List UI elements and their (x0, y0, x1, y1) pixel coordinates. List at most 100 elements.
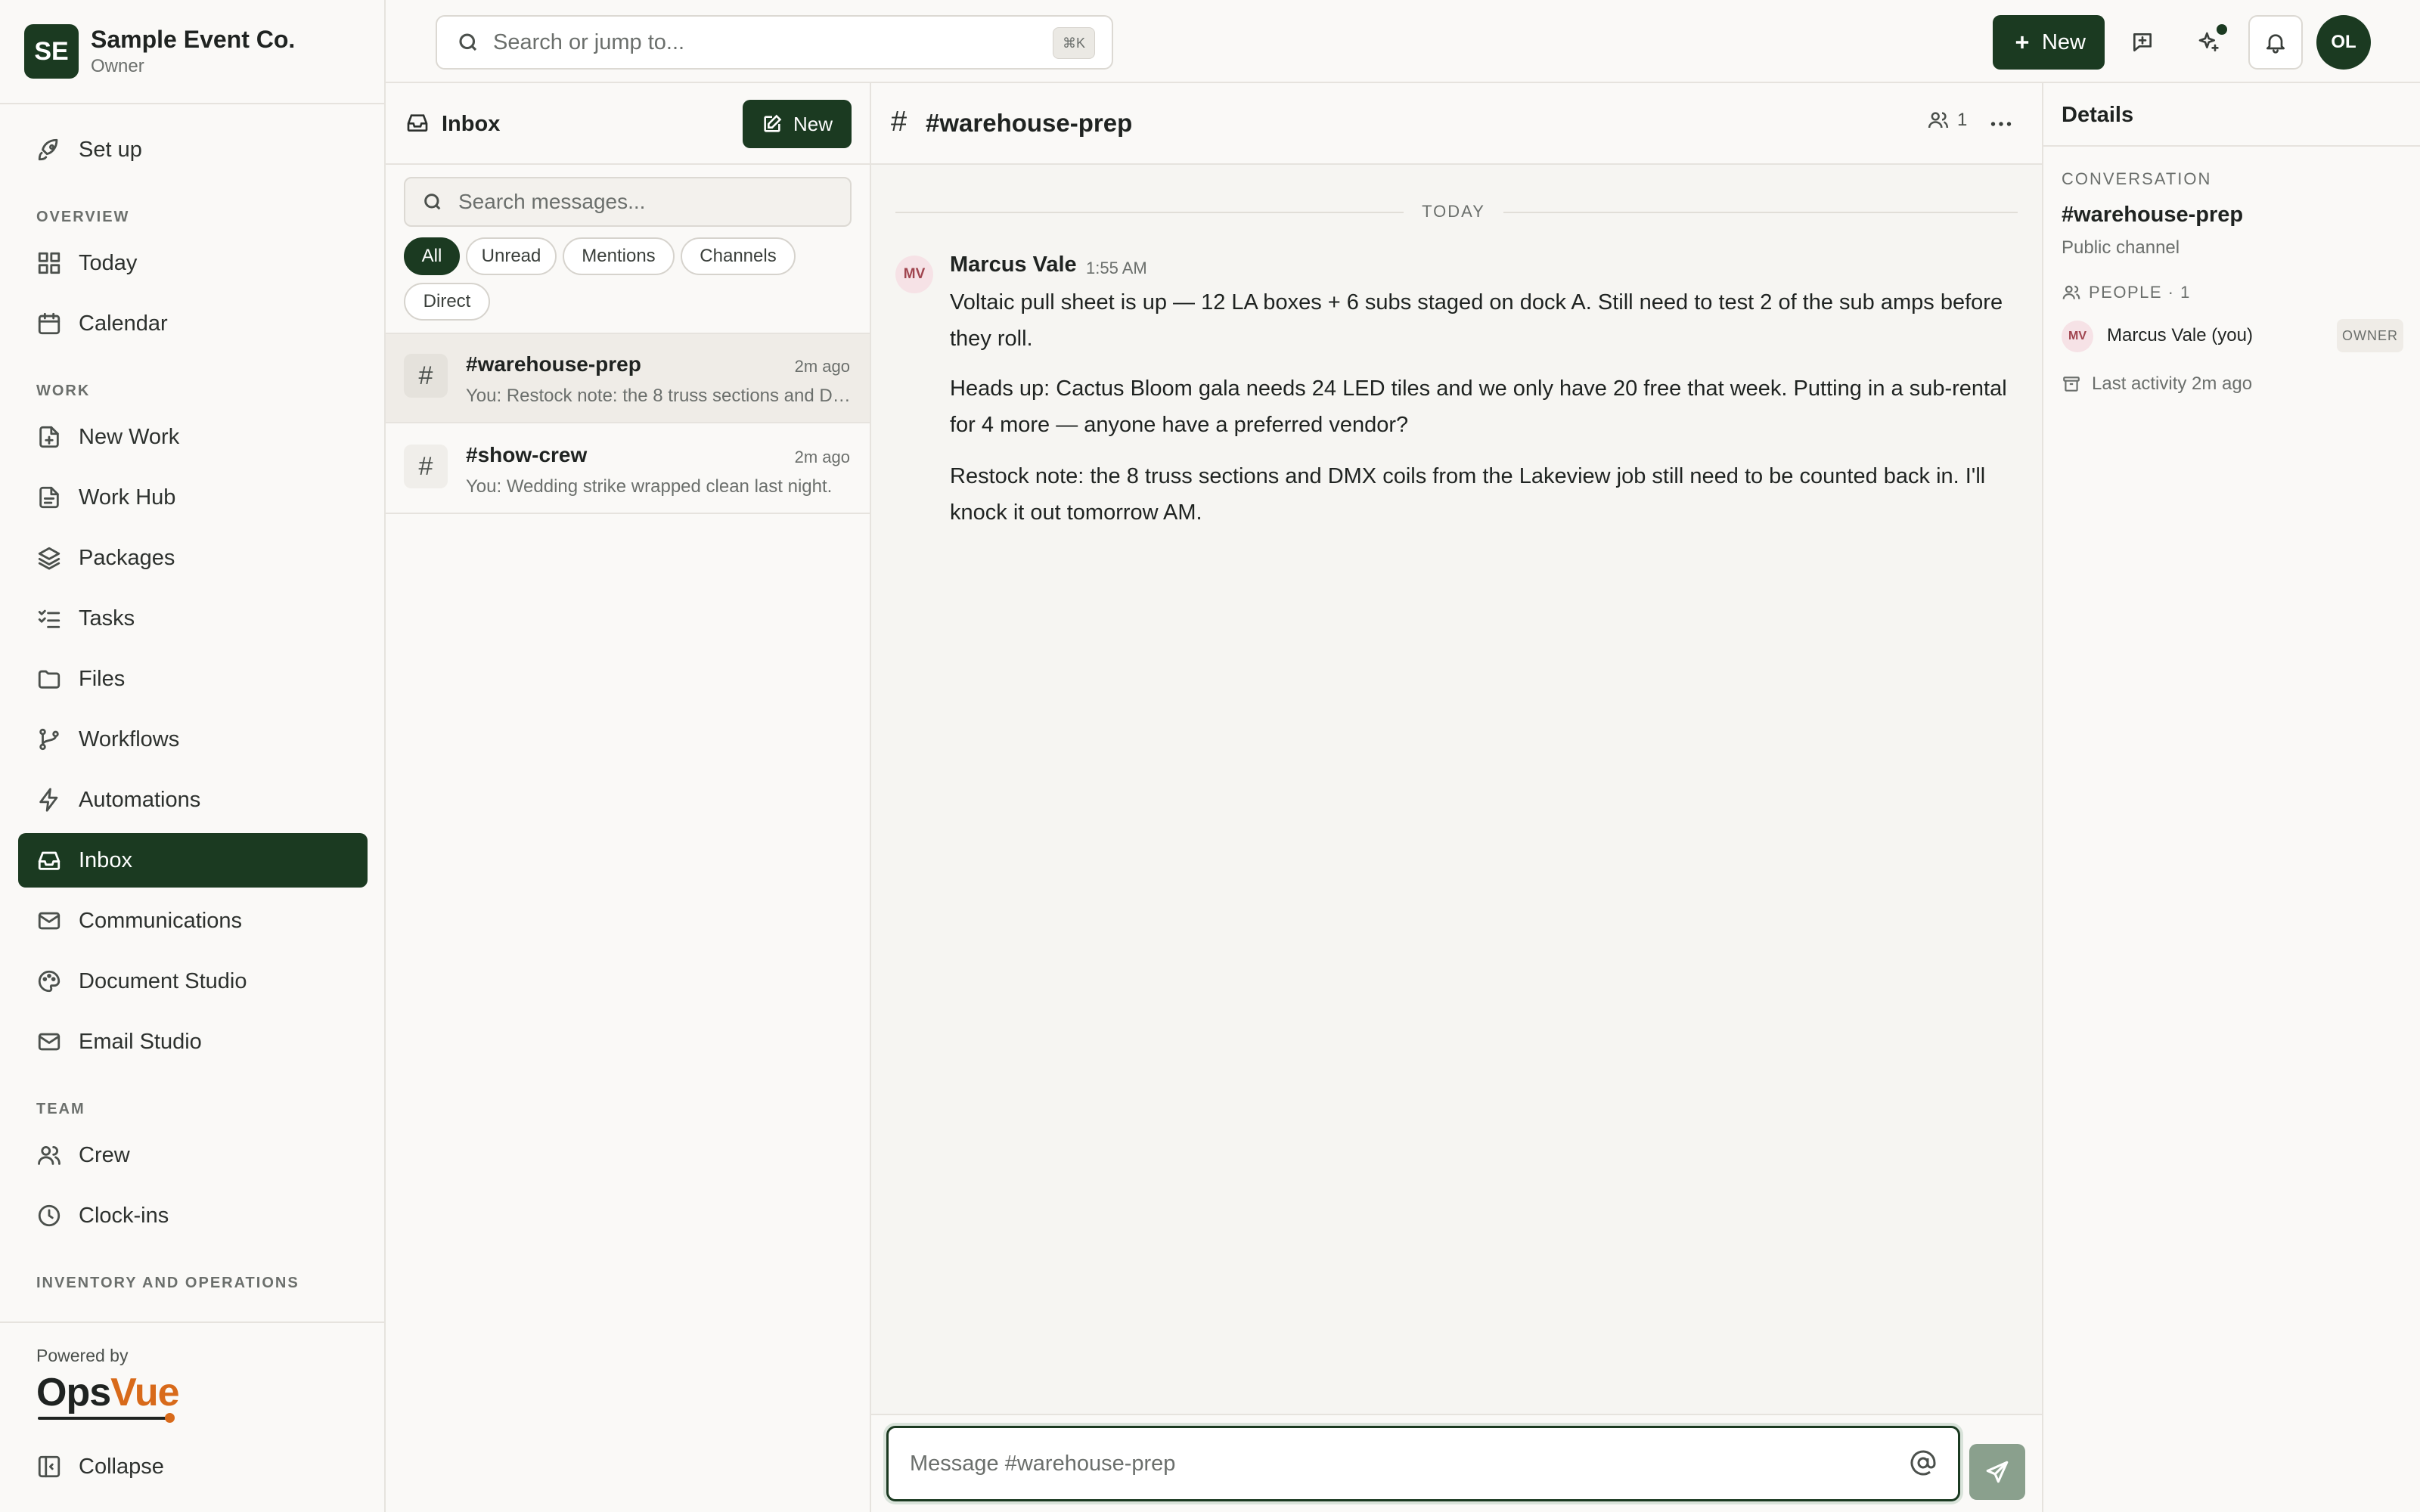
last-activity-text: Last activity 2m ago (2092, 373, 2253, 394)
last-activity: Last activity 2m ago (2062, 373, 2252, 395)
sidebar-item-workflows[interactable]: Workflows (18, 712, 368, 767)
sidebar-footer: Powered by OpsVue Collapse (0, 1321, 384, 1512)
file-plus-icon (36, 424, 62, 450)
inbox-panel: Inbox New Search messages... All Unread … (386, 83, 871, 1512)
sidebar-item-communications[interactable]: Communications (18, 894, 368, 948)
brand-dot (165, 1413, 175, 1423)
sidebar-item-document-studio[interactable]: Document Studio (18, 954, 368, 1009)
notifications-button[interactable] (2248, 15, 2303, 70)
users-icon (1928, 112, 1949, 129)
sidebar-item-label: New Work (79, 424, 180, 449)
shortcut-hint: ⌘K (1052, 27, 1095, 59)
archive-icon (2063, 376, 2080, 392)
sidebar-item-email-studio[interactable]: Email Studio (18, 1015, 368, 1069)
sidebar-item-files[interactable]: Files (18, 652, 368, 706)
sidebar-item-today[interactable]: Today (18, 236, 368, 290)
sidebar-item-label: Automations (79, 787, 201, 812)
details-title: Details (2062, 103, 2134, 127)
palette-icon (36, 968, 62, 994)
details-header: Details (2043, 83, 2420, 147)
new-button[interactable]: New (1993, 15, 2105, 70)
filter-chip-unread[interactable]: Unread (466, 237, 557, 275)
message-time: 1:55 AM (1086, 259, 1147, 277)
member-count: 1 (1957, 110, 1968, 130)
more-horizontal-icon (1990, 122, 2012, 126)
sidebar-item-clock-ins[interactable]: Clock-ins (18, 1188, 368, 1243)
sidebar-item-inbox[interactable]: Inbox (18, 833, 368, 888)
mail-icon (36, 908, 62, 934)
sidebar-item-label: Set up (79, 137, 142, 162)
sidebar-item-crew[interactable]: Crew (18, 1128, 368, 1182)
people-label-text: PEOPLE · 1 (2089, 283, 2191, 302)
hash-icon: # (404, 445, 448, 488)
sidebar-nav[interactable]: Set up OVERVIEW Today Calendar WORK New … (0, 106, 384, 1321)
divider (895, 212, 1404, 213)
feedback-button[interactable] (2115, 15, 2170, 70)
sparkle-icon (2198, 32, 2219, 51)
new-button-label: New (2041, 29, 2086, 54)
sidebar-item-label: Document Studio (79, 968, 247, 993)
collapse-button[interactable]: Collapse (18, 1439, 368, 1494)
sidebar-item-work-hub[interactable]: Work Hub (18, 470, 368, 525)
sidebar-item-label: Communications (79, 908, 242, 933)
chat-panel: # #warehouse-prep 1 TODAY MV Marcus Vale… (871, 83, 2042, 1512)
conversation-name: #warehouse-prep (2062, 203, 2244, 227)
sidebar-item-setup[interactable]: Set up (18, 122, 368, 177)
message-author[interactable]: Marcus Vale (950, 253, 1077, 277)
mention-button[interactable] (1910, 1449, 1937, 1476)
send-button[interactable] (1969, 1444, 2025, 1500)
message-search-input[interactable]: Search messages... (404, 177, 852, 227)
plus-icon (2015, 36, 2029, 49)
folder-icon (36, 666, 62, 692)
org-avatar: SE (24, 24, 79, 79)
owner-badge: OWNER (2337, 319, 2403, 352)
sidebar-item-automations[interactable]: Automations (18, 773, 368, 827)
conversation-item[interactable]: # #warehouse-prep 2m ago You: Restock no… (386, 334, 870, 423)
sidebar-item-label: Work Hub (79, 485, 176, 510)
sidebar-item-label: Email Studio (79, 1029, 202, 1054)
sidebar-item-new-work[interactable]: New Work (18, 410, 368, 464)
people-label: PEOPLE · 1 (2062, 283, 2191, 302)
members-button[interactable]: 1 (1927, 109, 1967, 132)
at-sign-icon (1910, 1450, 1936, 1476)
filter-chip-mentions[interactable]: Mentions (563, 237, 675, 275)
list-checks-icon (36, 606, 62, 631)
global-search-input[interactable]: Search or jump to... ⌘K (436, 15, 1113, 70)
person-avatar[interactable]: MV (2062, 321, 2093, 352)
conversation-label: CONVERSATION (2062, 169, 2212, 188)
sidebar-item-calendar[interactable]: Calendar (18, 296, 368, 351)
chat-header: # #warehouse-prep 1 (871, 83, 2042, 165)
new-message-button[interactable]: New (743, 100, 852, 148)
sidebar-item-tasks[interactable]: Tasks (18, 591, 368, 646)
global-search-placeholder: Search or jump to... (493, 29, 685, 54)
conversation-preview: You: Restock note: the 8 truss sections … (466, 386, 852, 406)
person-name[interactable]: Marcus Vale (you) (2107, 325, 2253, 346)
composer-placeholder: Message #warehouse-prep (910, 1452, 1176, 1476)
channel-title: #warehouse-prep (926, 109, 1133, 137)
conversation-item[interactable]: # #show-crew 2m ago You: Wedding strike … (386, 425, 870, 514)
message-text: Voltaic pull sheet is up — 12 LA boxes +… (950, 290, 2003, 351)
filter-chip-direct[interactable]: Direct (404, 283, 490, 321)
message-composer[interactable]: Message #warehouse-prep (886, 1426, 1960, 1501)
search-icon (459, 33, 477, 51)
new-message-label: New (793, 112, 833, 135)
sidebar: SE Sample Event Co. Owner Set up OVERVIE… (0, 0, 386, 1512)
divider (1503, 212, 2018, 213)
user-avatar[interactable]: OL (2316, 15, 2371, 70)
brand-logo: OpsVue (36, 1370, 180, 1415)
powered-by-label: Powered by (36, 1346, 129, 1365)
brand-underline (38, 1417, 171, 1420)
sidebar-item-packages[interactable]: Packages (18, 531, 368, 585)
conversation-time: 2m ago (794, 448, 850, 466)
org-name: Sample Event Co. (91, 26, 296, 53)
ai-assistant-button[interactable] (2182, 15, 2236, 70)
search-icon (424, 194, 441, 210)
filter-chip-channels[interactable]: Channels (681, 237, 796, 275)
inbox-icon (36, 847, 62, 873)
brand-part-1: Ops (36, 1371, 111, 1414)
users-icon (2062, 285, 2080, 299)
author-avatar[interactable]: MV (895, 256, 933, 293)
more-options-button[interactable] (1987, 110, 2015, 138)
filter-chip-all[interactable]: All (404, 237, 460, 275)
org-switcher[interactable]: SE Sample Event Co. Owner (0, 0, 384, 104)
